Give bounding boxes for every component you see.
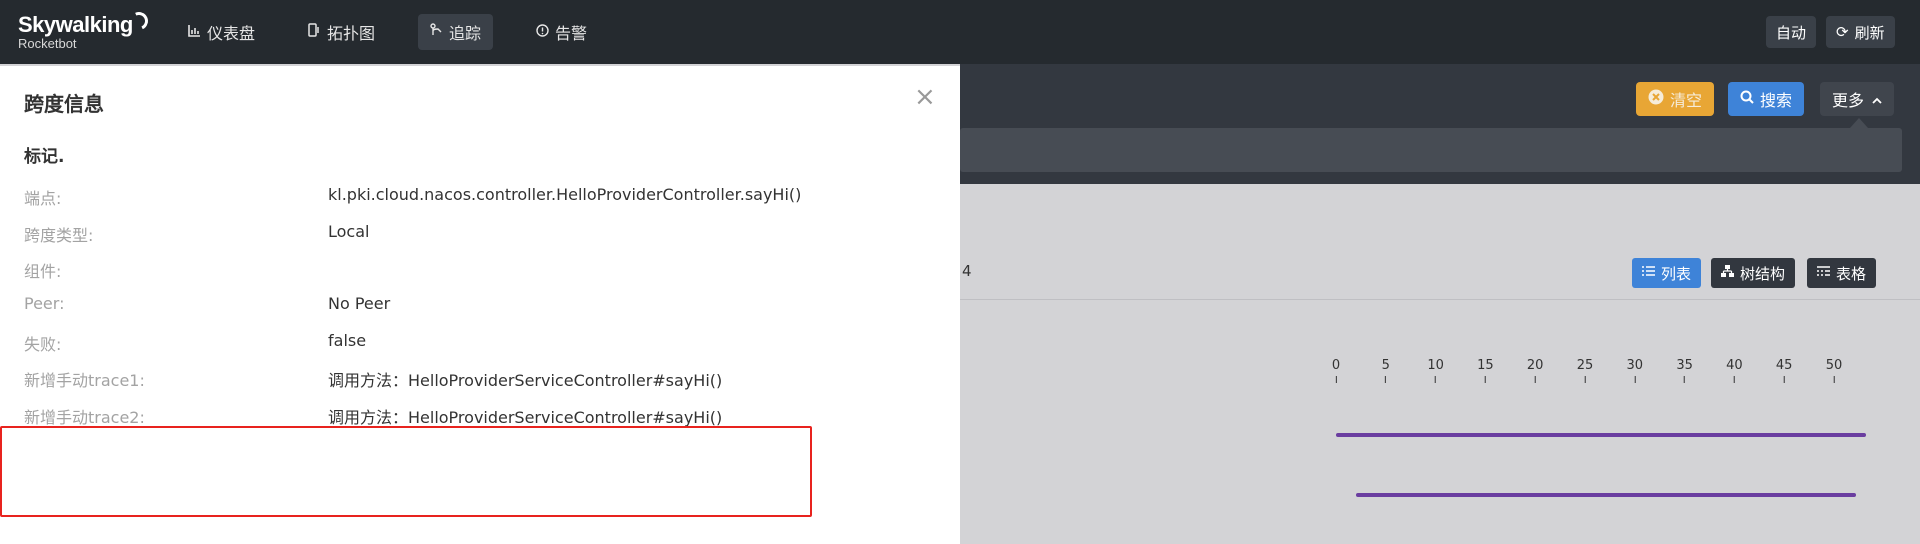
span-detail-drawer: 跨度信息 × 标记. 端点: kl.pki.cloud.nacos.contro… [0, 66, 960, 544]
nav-trace[interactable]: 追踪 [418, 14, 494, 50]
detail-key: Peer: [24, 294, 65, 313]
highlight-box [0, 426, 812, 517]
detail-value: kl.pki.cloud.nacos.controller.HelloProvi… [328, 185, 802, 204]
axis-tick-label: 50 [1826, 358, 1842, 383]
axis-tick-label: 35 [1676, 358, 1693, 383]
span-bar-2[interactable] [1356, 493, 1856, 497]
detail-key: 失败: [24, 335, 62, 354]
detail-row-trace1: 新增手动trace1: 调用方法：HelloProviderServiceCon… [24, 367, 924, 397]
detail-key: 跨度类型: [24, 226, 94, 245]
top-navbar: Skywalking Rocketbot 仪表盘 拓扑图 追踪 告警 自动 ⟳ … [0, 0, 1920, 64]
axis-tick-label: 30 [1627, 358, 1643, 383]
clear-icon [1648, 89, 1664, 109]
span-bar-1[interactable] [1336, 433, 1866, 437]
chevron-up-icon [1872, 90, 1882, 109]
detail-row-peer: Peer: No Peer [24, 294, 924, 324]
tags-section-title: 标记. [24, 147, 65, 167]
axis-tick-label: 20 [1527, 358, 1543, 383]
detail-key: 新增手动trace2: [24, 408, 145, 427]
dashboard-icon [188, 24, 201, 41]
view-tree-label: 树结构 [1740, 264, 1786, 283]
search-label: 搜索 [1760, 91, 1793, 110]
view-table-button[interactable]: 表格 [1807, 258, 1877, 288]
axis-tick-label: 10 [1427, 358, 1444, 383]
more-label: 更多 [1832, 91, 1865, 110]
timeline-axis: 0 5 10 15 20 25 30 35 40 45 50 [1300, 358, 1900, 388]
search-icon [1740, 90, 1754, 108]
axis-tick-label: 45 [1776, 358, 1792, 383]
refresh-icon: ⟳ [1836, 23, 1849, 41]
axis-tick-label: 15 [1477, 358, 1494, 383]
search-button[interactable]: 搜索 [1728, 82, 1805, 116]
nav-trace-label: 追踪 [449, 24, 482, 43]
auto-refresh-label: 自动 [1776, 23, 1807, 42]
table-icon [1817, 265, 1830, 281]
detail-value: false [328, 331, 367, 350]
detail-key: 端点: [24, 189, 62, 208]
view-tree-button[interactable]: 树结构 [1711, 258, 1796, 288]
view-list-button[interactable]: 列表 [1632, 258, 1702, 288]
more-panel-caret [1850, 118, 1868, 128]
close-icon[interactable]: × [914, 84, 936, 110]
drawer-title: 跨度信息 [24, 92, 104, 116]
trace-icon [430, 23, 443, 41]
detail-value: Local [328, 222, 370, 241]
list-icon [1642, 265, 1655, 281]
search-conditions-field[interactable] [960, 128, 1902, 172]
view-table-label: 表格 [1836, 264, 1867, 283]
nav-dashboard[interactable]: 仪表盘 [176, 14, 267, 50]
detail-row-error: 失败: false [24, 331, 924, 361]
detail-value: 调用方法：HelloProviderServiceController#sayH… [328, 408, 723, 427]
nav-alarm-label: 告警 [555, 24, 588, 43]
nav-dashboard-label: 仪表盘 [207, 24, 256, 43]
detail-value: No Peer [328, 294, 391, 313]
tree-icon [1721, 265, 1734, 281]
view-list-label: 列表 [1661, 264, 1692, 283]
axis-tick-label: 0 [1332, 358, 1340, 383]
refresh-button[interactable]: ⟳ 刷新 [1826, 16, 1895, 48]
detail-key: 新增手动trace1: [24, 371, 145, 390]
trace-stat-fragment: 4 [962, 262, 972, 280]
more-button[interactable]: 更多 [1820, 82, 1895, 116]
detail-key: 组件: [24, 262, 62, 281]
auto-refresh-button[interactable]: 自动 [1766, 16, 1817, 48]
detail-row-endpoint: 端点: kl.pki.cloud.nacos.controller.HelloP… [24, 185, 924, 215]
refresh-label: 刷新 [1854, 23, 1885, 42]
axis-tick-label: 5 [1382, 358, 1390, 383]
nav-topology-label: 拓扑图 [327, 24, 376, 43]
nav-topology[interactable]: 拓扑图 [296, 14, 387, 50]
skywalking-logo[interactable]: Skywalking Rocketbot [18, 9, 151, 52]
brand-name: Skywalking [18, 12, 133, 37]
axis-tick-label: 40 [1726, 358, 1743, 383]
detail-value: 调用方法：HelloProviderServiceController#sayH… [328, 371, 723, 390]
topology-icon [308, 23, 321, 41]
axis-tick-label: 25 [1577, 358, 1593, 383]
nav-alarm[interactable]: 告警 [524, 14, 599, 50]
section-divider [960, 299, 1920, 300]
detail-row-component: 组件: [24, 258, 924, 288]
alarm-icon [536, 23, 549, 41]
clear-button[interactable]: 清空 [1636, 82, 1715, 116]
clear-label: 清空 [1670, 91, 1703, 110]
detail-row-span-type: 跨度类型: Local [24, 222, 924, 252]
brand-subtitle: Rocketbot [18, 36, 77, 51]
